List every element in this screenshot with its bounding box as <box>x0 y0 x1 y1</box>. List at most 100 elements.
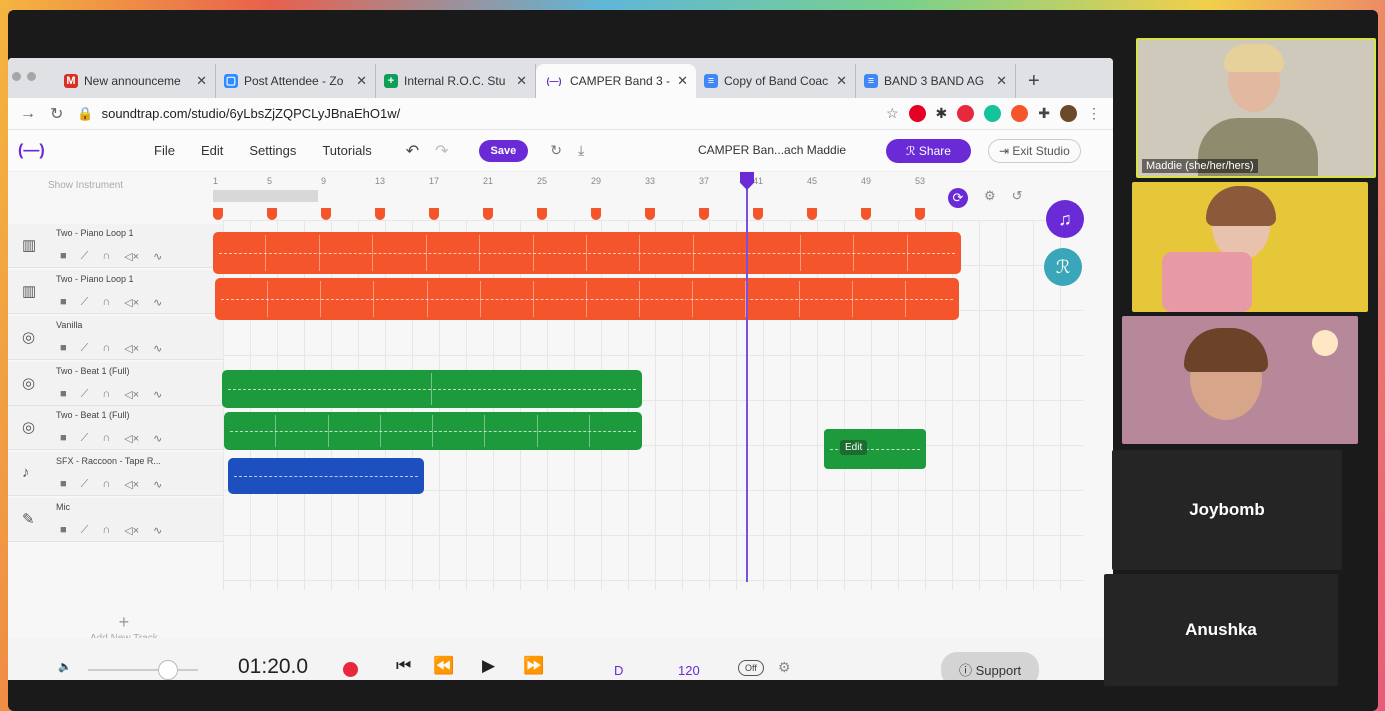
new-tab-button[interactable]: + <box>1016 64 1052 98</box>
record-arm-icon[interactable]: ■ <box>60 478 67 491</box>
effects-icon[interactable]: ∿ <box>153 342 162 355</box>
record-button[interactable] <box>343 662 358 677</box>
close-icon[interactable]: ✕ <box>516 73 527 89</box>
beat-marker[interactable] <box>213 208 223 220</box>
volume-knob-icon[interactable]: ⟋ <box>81 250 89 263</box>
track-name[interactable]: Two - Beat 1 (Full) <box>56 366 130 376</box>
close-icon[interactable]: ✕ <box>836 73 847 89</box>
window-controls[interactable] <box>12 72 36 81</box>
playhead[interactable] <box>746 172 748 582</box>
show-instrument-toggle[interactable]: Show Instrument <box>48 180 123 191</box>
track-header[interactable]: ▥ Two - Piano Loop 1 ■ ⟋ ∩ ◁× ∿ <box>8 270 223 314</box>
fast-forward-button[interactable]: ⏩ <box>523 656 544 676</box>
record-arm-icon[interactable]: ■ <box>60 524 67 537</box>
beat-marker[interactable] <box>591 208 601 220</box>
pinterest-icon[interactable] <box>908 105 926 122</box>
track-name[interactable]: Two - Piano Loop 1 <box>56 228 134 238</box>
record-arm-icon[interactable]: ■ <box>60 296 67 309</box>
track-header[interactable]: ◎ Two - Beat 1 (Full) ■ ⟋ ∩ ◁× ∿ <box>8 362 223 406</box>
browser-tab[interactable]: ≡ Copy of Band Coac ✕ <box>696 64 856 98</box>
project-title[interactable]: CAMPER Ban...ach Maddie <box>698 143 846 157</box>
effects-icon[interactable]: ∿ <box>153 250 162 263</box>
effects-icon[interactable]: ∿ <box>153 432 162 445</box>
reload-icon[interactable]: ↻ <box>50 104 63 124</box>
track-header[interactable]: ◎ Two - Beat 1 (Full) ■ ⟋ ∩ ◁× ∿ <box>8 406 223 450</box>
exit-studio-button[interactable]: ⇥ Exit Studio <box>988 139 1081 163</box>
beat-marker[interactable] <box>645 208 655 220</box>
video-tile[interactable] <box>1122 316 1358 444</box>
extension-icon[interactable]: ✱ <box>936 105 948 122</box>
forward-icon[interactable]: → <box>20 105 36 123</box>
record-arm-icon[interactable]: ■ <box>60 432 67 445</box>
undo-icon[interactable]: ↶ <box>406 141 419 161</box>
beat-marker[interactable] <box>915 208 925 220</box>
volume-knob-icon[interactable]: ⟋ <box>81 342 89 355</box>
loop-region[interactable] <box>213 190 318 202</box>
record-arm-icon[interactable]: ■ <box>60 388 67 401</box>
skip-back-button[interactable]: ⏮ <box>396 656 411 676</box>
beat-marker[interactable] <box>321 208 331 220</box>
close-icon[interactable]: ✕ <box>356 73 367 89</box>
video-tile[interactable] <box>1132 182 1368 312</box>
browser-tab[interactable]: (—) CAMPER Band 3 - (✕ <box>536 64 696 98</box>
support-button[interactable]: ⓘ Support <box>941 652 1040 680</box>
headphones-icon[interactable]: ∩ <box>102 524 110 537</box>
beat-clip[interactable] <box>224 412 642 450</box>
beat-marker[interactable] <box>537 208 547 220</box>
metronome-settings-icon[interactable]: ⚙ <box>778 659 791 676</box>
close-icon[interactable]: ✕ <box>196 73 207 89</box>
beat-marker[interactable] <box>753 208 763 220</box>
browser-tab[interactable]: M New announceme ✕ <box>56 64 216 98</box>
save-button[interactable]: Save <box>478 139 529 162</box>
star-icon[interactable]: ☆ <box>886 105 899 122</box>
extension-icon[interactable] <box>957 105 975 122</box>
share-button[interactable]: ℛ Share <box>886 139 971 163</box>
effects-icon[interactable]: ∿ <box>153 296 162 309</box>
beat-marker[interactable] <box>699 208 709 220</box>
beat-marker[interactable] <box>807 208 817 220</box>
download-icon[interactable]: ⤓ <box>578 142 584 159</box>
piano-loop-clip[interactable] <box>213 232 961 274</box>
track-name[interactable]: Mic <box>56 502 70 512</box>
track-name[interactable]: Two - Beat 1 (Full) <box>56 410 130 420</box>
edit-tooltip[interactable]: Edit <box>840 440 868 455</box>
video-tile-maddie[interactable]: Maddie (she/her/hers) <box>1136 38 1376 178</box>
video-tile-anushka[interactable]: Anushka <box>1104 574 1338 686</box>
mute-icon[interactable]: ◁× <box>124 342 139 355</box>
url-field[interactable]: 🔒 soundtrap.com/studio/6yLbsZjZQPCLyJBnaE… <box>77 106 872 122</box>
piano-loop-clip[interactable] <box>215 278 959 320</box>
sync-icon[interactable]: ↻ <box>550 142 562 159</box>
headphones-icon[interactable]: ∩ <box>102 342 110 355</box>
track-name[interactable]: SFX - Raccoon - Tape R... <box>56 456 161 466</box>
menu-settings[interactable]: Settings <box>249 143 296 158</box>
track-header[interactable]: ◎ Vanilla ■ ⟋ ∩ ◁× ∿ <box>8 316 223 360</box>
track-header[interactable]: ♪ SFX - Raccoon - Tape R... ■ ⟋ ∩ ◁× ∿ <box>8 452 223 496</box>
beat-marker[interactable] <box>375 208 385 220</box>
volume-knob-icon[interactable]: ⟋ <box>81 524 89 537</box>
video-tile-joybomb[interactable]: Joybomb <box>1112 450 1342 570</box>
play-button[interactable]: ▶ <box>482 656 495 676</box>
soundtrap-logo[interactable]: (—) <box>18 142 138 160</box>
extension-icon[interactable] <box>1011 105 1029 122</box>
loop-icon[interactable]: ⟳ <box>948 188 968 208</box>
effects-icon[interactable]: ∿ <box>153 388 162 401</box>
record-arm-icon[interactable]: ■ <box>60 250 67 263</box>
effects-icon[interactable]: ∿ <box>153 524 162 537</box>
headphones-icon[interactable]: ∩ <box>102 432 110 445</box>
redo-icon[interactable]: ↷ <box>435 141 448 161</box>
collaborate-button[interactable]: ℛ <box>1044 248 1082 286</box>
volume-knob-icon[interactable]: ⟋ <box>81 478 89 491</box>
close-icon[interactable]: ✕ <box>677 73 688 89</box>
mute-icon[interactable]: ◁× <box>124 296 139 309</box>
headphones-icon[interactable]: ∩ <box>102 250 110 263</box>
mute-icon[interactable]: ◁× <box>124 388 139 401</box>
track-name[interactable]: Vanilla <box>56 320 82 330</box>
metronome-toggle[interactable]: Off <box>738 660 764 676</box>
mute-icon[interactable]: ◁× <box>124 478 139 491</box>
beat-marker[interactable] <box>861 208 871 220</box>
mute-icon[interactable]: ◁× <box>124 250 139 263</box>
menu-file[interactable]: File <box>154 143 175 158</box>
sfx-clip[interactable] <box>228 458 424 494</box>
menu-tutorials[interactable]: Tutorials <box>322 143 371 158</box>
track-header[interactable]: ✎ Mic ■ ⟋ ∩ ◁× ∿ <box>8 498 223 542</box>
